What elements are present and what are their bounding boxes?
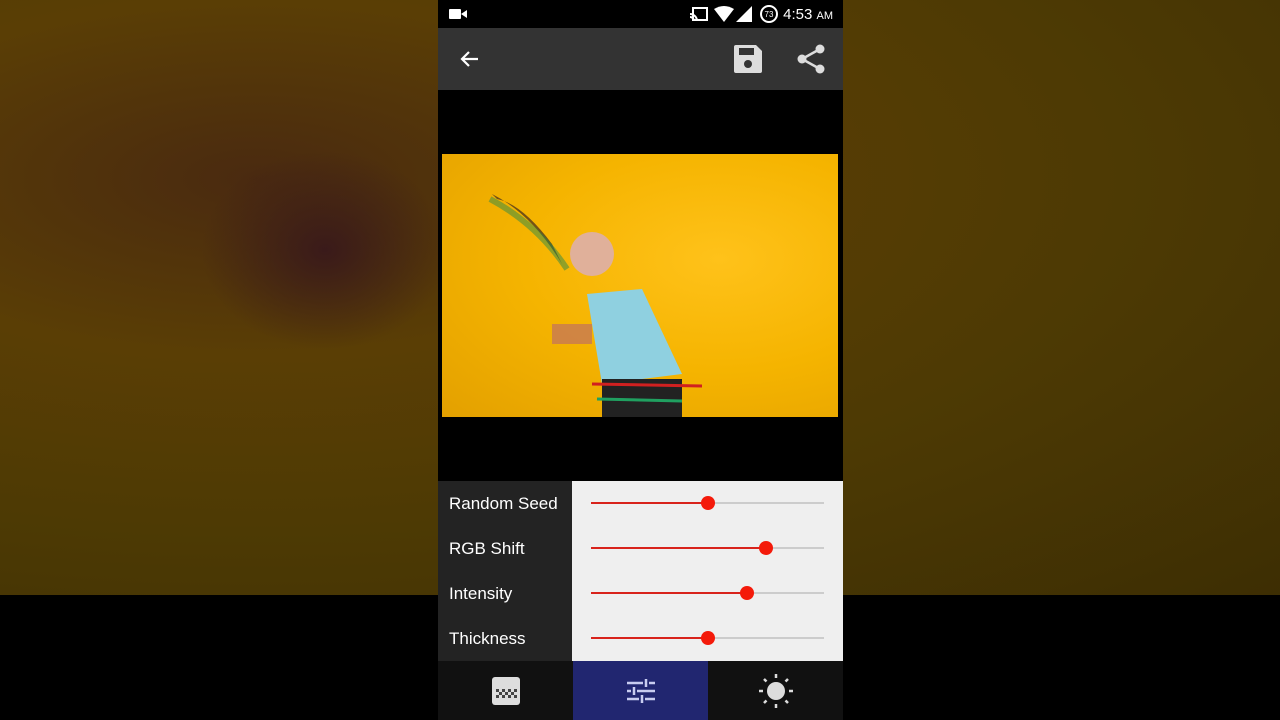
signal-icon — [736, 6, 752, 22]
app-bar — [438, 28, 843, 90]
slider-thumb[interactable] — [700, 496, 715, 510]
cast-icon — [690, 7, 708, 21]
battery-icon: 73 — [760, 5, 778, 23]
clock: 4:53 AM — [783, 6, 833, 23]
rgb-shift-slider[interactable] — [591, 526, 824, 571]
intensity-slider[interactable] — [591, 571, 824, 616]
glitch-photo — [442, 154, 838, 417]
slider-thumb[interactable] — [700, 631, 715, 645]
share-button[interactable] — [795, 43, 827, 75]
bottom-navigation — [438, 661, 843, 720]
photo-figure — [488, 194, 703, 417]
svg-text:73: 73 — [765, 10, 774, 19]
back-button[interactable] — [453, 43, 485, 75]
slider-thumb[interactable] — [740, 586, 755, 600]
slider-thumb[interactable] — [758, 541, 773, 555]
effect-controls-panel: Random Seed RGB Shift Intensity Thicknes… — [438, 481, 843, 661]
thickness-slider[interactable] — [591, 616, 824, 661]
tab-brightness[interactable] — [708, 661, 843, 720]
wifi-icon — [714, 6, 734, 22]
save-icon — [734, 45, 762, 73]
control-label: Random Seed — [449, 493, 558, 513]
status-bar: 73 4:53 AM — [438, 0, 843, 28]
arrow-left-icon — [460, 51, 478, 67]
blurred-background-detail — [200, 150, 450, 350]
control-label: RGB Shift — [449, 538, 525, 558]
control-label: Intensity — [449, 583, 513, 603]
save-button[interactable] — [732, 43, 764, 75]
video-camera-icon — [449, 9, 467, 19]
brightness-icon — [758, 673, 793, 708]
phone-screen: 73 4:53 AM Random Seed RGB Shift Intensi… — [438, 0, 843, 720]
control-label: Thickness — [449, 628, 526, 648]
tune-sliders-icon — [626, 678, 655, 703]
image-preview — [438, 90, 843, 481]
texture-icon — [491, 676, 520, 705]
tab-adjust[interactable] — [573, 661, 708, 720]
random-seed-slider[interactable] — [591, 481, 824, 526]
tab-texture[interactable] — [438, 661, 573, 720]
share-icon — [797, 44, 825, 74]
